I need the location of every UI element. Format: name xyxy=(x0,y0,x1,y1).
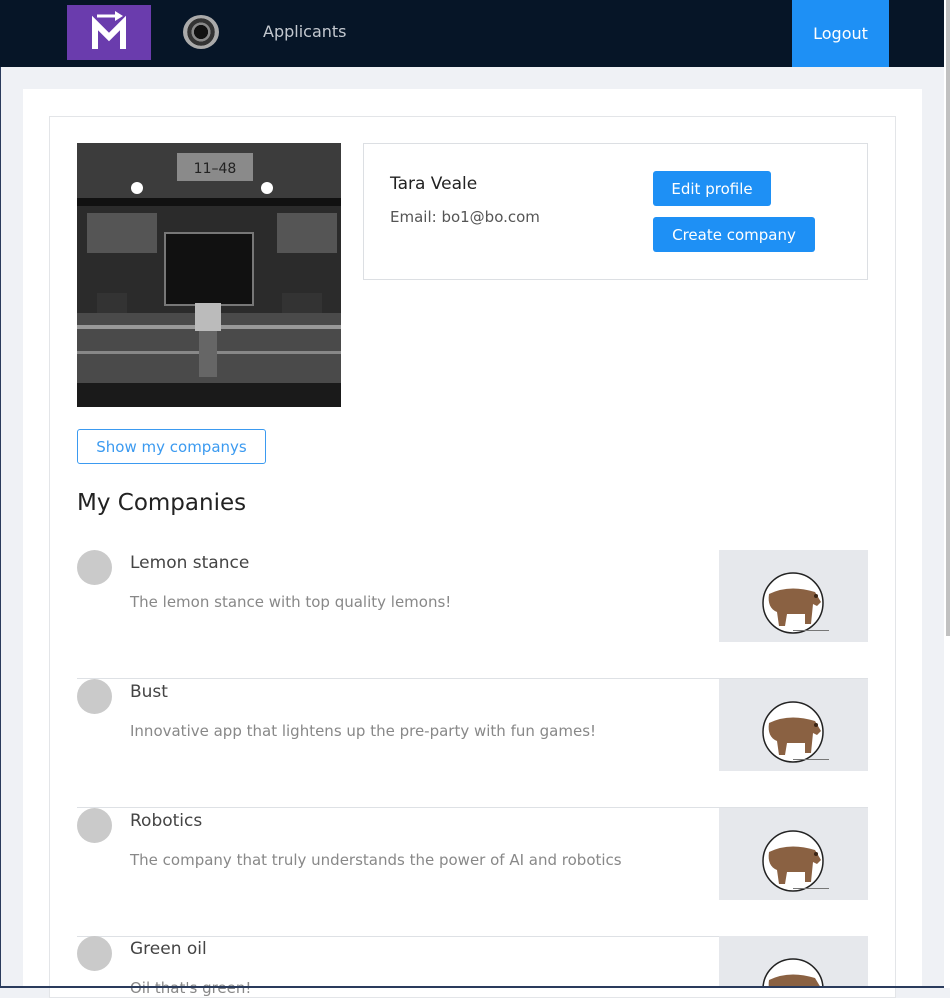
company-name[interactable]: Robotics xyxy=(130,811,202,831)
nav-link-applicants[interactable]: Applicants xyxy=(263,22,347,41)
company-list-item[interactable]: Green oil Oil that's green! xyxy=(77,936,868,997)
frame-border-left xyxy=(0,67,1,988)
company-description: The lemon stance with top quality lemons… xyxy=(130,593,452,611)
create-company-button[interactable]: Create company xyxy=(653,217,815,252)
bear-logo-icon xyxy=(719,808,868,900)
company-name[interactable]: Bust xyxy=(130,682,168,702)
company-name[interactable]: Lemon stance xyxy=(130,553,249,573)
bear-logo-icon xyxy=(719,679,868,771)
circle-avatar-icon xyxy=(77,679,112,714)
company-name[interactable]: Green oil xyxy=(130,939,207,959)
circle-avatar-icon xyxy=(77,936,112,971)
company-list-item[interactable]: Lemon stance The lemon stance with top q… xyxy=(77,550,868,679)
logout-button[interactable]: Logout xyxy=(792,0,889,67)
scrollbar-thumb[interactable] xyxy=(946,0,950,636)
my-companies-heading: My Companies xyxy=(77,490,247,516)
profile-photo: 11–48 xyxy=(77,143,341,407)
brand-logo-icon[interactable] xyxy=(67,5,151,60)
user-avatar[interactable] xyxy=(183,15,219,49)
company-list-item[interactable]: Bust Innovative app that lightens up the… xyxy=(77,679,868,808)
bear-logo-icon xyxy=(719,550,868,642)
navbar: Applicants Logout xyxy=(0,0,944,67)
company-description: The company that truly understands the p… xyxy=(130,851,622,869)
edit-profile-button[interactable]: Edit profile xyxy=(653,171,771,206)
company-list-item[interactable]: Robotics The company that truly understa… xyxy=(77,808,868,937)
circle-avatar-icon xyxy=(77,808,112,843)
bear-logo-icon xyxy=(719,936,868,988)
show-companies-button[interactable]: Show my companys xyxy=(77,429,266,464)
user-email: Email: bo1@bo.com xyxy=(390,208,540,226)
circle-avatar-icon xyxy=(77,550,112,585)
company-description: Oil that's green! xyxy=(130,979,252,997)
user-name: Tara Veale xyxy=(390,174,478,194)
photo-sign-text: 11–48 xyxy=(194,161,237,177)
company-description: Innovative app that lightens up the pre-… xyxy=(130,722,597,740)
